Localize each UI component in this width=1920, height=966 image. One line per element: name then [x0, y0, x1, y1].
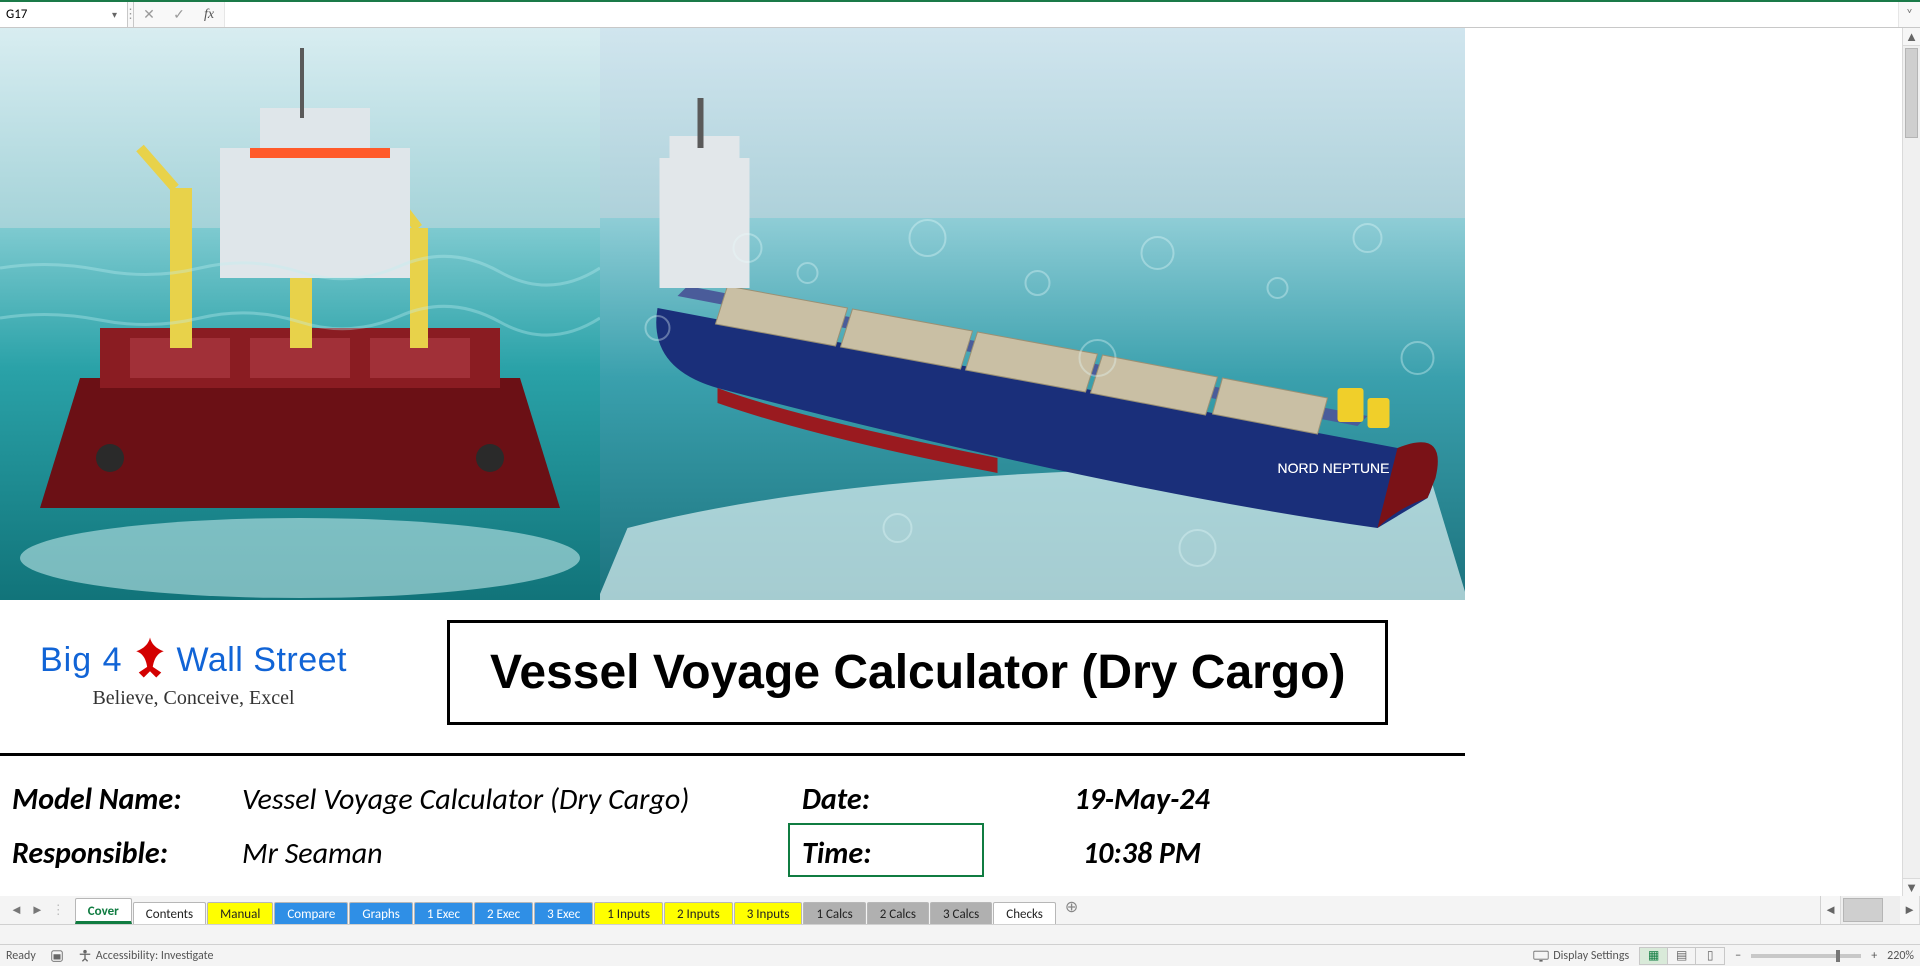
sheet-tab-1-calcs[interactable]: 1 Calcs	[803, 902, 865, 924]
status-ready: Ready	[6, 949, 36, 963]
tab-nav-prev-icon[interactable]: ◄	[8, 902, 25, 918]
hscroll-right-button[interactable]: ►	[1900, 896, 1920, 924]
display-settings-button[interactable]: Display Settings	[1533, 949, 1629, 963]
vertical-scrollbar[interactable]: ▲ ▼	[1902, 28, 1920, 896]
ship-image-left	[0, 28, 600, 600]
sheet-tab-strip: ◄ ► ⋮ CoverContentsManualCompareGraphs1 …	[0, 896, 1920, 924]
tab-nav-sep-icon: ⋮	[50, 903, 67, 918]
sheet-tab-compare[interactable]: Compare	[274, 902, 348, 924]
horizontal-scrollbar[interactable]: ◄ ►	[1820, 896, 1920, 924]
sheet-tabs: CoverContentsManualCompareGraphs1 Exec2 …	[75, 896, 1057, 924]
zoom-level[interactable]: 220%	[1887, 949, 1914, 963]
hero-images: NORD NEPTUNE NORD NEPTUNE	[0, 28, 1465, 600]
zoom-slider[interactable]	[1751, 954, 1861, 958]
hscroll-left-button[interactable]: ◄	[1821, 896, 1841, 924]
label-date: Date:	[802, 781, 1002, 818]
formula-input[interactable]	[224, 2, 1898, 27]
cancel-formula-button[interactable]: ✕	[134, 2, 164, 27]
value-time[interactable]: 10:38 PM	[1002, 835, 1282, 872]
name-box-chevron-icon[interactable]: ▾	[108, 8, 121, 21]
cover-header-row: Big 4 Wall Street Believe, Conceive, Exc…	[0, 600, 1465, 756]
formula-bar: G17 ▾ ⋮ ✕ ✓ fx ˅	[0, 0, 1920, 28]
insert-function-button[interactable]: fx	[194, 2, 224, 27]
hscroll-thumb[interactable]	[1843, 898, 1883, 922]
sheet-tab-contents[interactable]: Contents	[133, 902, 206, 924]
tab-nav-next-icon[interactable]: ►	[29, 902, 46, 918]
macro-recording-icon[interactable]	[50, 949, 64, 963]
enter-formula-button[interactable]: ✓	[164, 2, 194, 27]
sheet-tab-checks[interactable]: Checks	[993, 902, 1056, 924]
name-box[interactable]: G17 ▾	[0, 2, 128, 27]
logo-block: Big 4 Wall Street Believe, Conceive, Exc…	[40, 635, 347, 710]
value-date[interactable]: 19-May-24	[1002, 781, 1282, 818]
sheet-tab-cover[interactable]: Cover	[75, 898, 132, 924]
workbook-title: Vessel Voyage Calculator (Dry Cargo)	[447, 620, 1388, 725]
view-page-layout-icon[interactable]: ▤	[1668, 948, 1696, 964]
name-box-value: G17	[6, 7, 108, 22]
label-model-name: Model Name:	[12, 781, 242, 818]
eagle-icon	[129, 635, 171, 685]
expand-formula-bar-button[interactable]: ˅	[1898, 2, 1920, 27]
sheet-tab-2-calcs[interactable]: 2 Calcs	[867, 902, 929, 924]
logo-text-right: Wall Street	[177, 641, 348, 680]
status-bar: Ready Accessibility: Investigate Display…	[0, 944, 1920, 966]
sheet-tab-2-exec[interactable]: 2 Exec	[474, 902, 533, 924]
scroll-down-button[interactable]: ▼	[1903, 878, 1920, 896]
label-time: Time:	[802, 835, 1002, 872]
value-model-name[interactable]: Vessel Voyage Calculator (Dry Cargo)	[242, 781, 802, 818]
logo-tagline: Believe, Conceive, Excel	[92, 687, 294, 710]
logo-text-left: Big 4	[40, 641, 123, 680]
svg-text:NORD NEPTUNE: NORD NEPTUNE	[1278, 460, 1390, 476]
sheet-tab-3-calcs[interactable]: 3 Calcs	[930, 902, 992, 924]
display-settings-label: Display Settings	[1553, 949, 1629, 963]
tab-nav-controls[interactable]: ◄ ► ⋮	[0, 896, 75, 924]
sheet-viewport[interactable]: NORD NEPTUNE NORD NEPTUNE	[0, 28, 1902, 896]
worksheet-area: NORD NEPTUNE NORD NEPTUNE	[0, 28, 1920, 896]
zoom-in-button[interactable]: +	[1871, 949, 1877, 963]
sheet-tab-manual[interactable]: Manual	[207, 902, 273, 924]
scroll-up-button[interactable]: ▲	[1903, 28, 1920, 46]
value-responsible[interactable]: Mr Seaman	[242, 835, 802, 872]
add-sheet-button[interactable]: ⊕	[1057, 896, 1086, 918]
sheet-tab-graphs[interactable]: Graphs	[349, 902, 412, 924]
sheet-tab-3-inputs[interactable]: 3 Inputs	[734, 902, 803, 924]
sheet-tab-2-inputs[interactable]: 2 Inputs	[664, 902, 733, 924]
cover-meta-grid: Model Name: Vessel Voyage Calculator (Dr…	[0, 756, 1465, 880]
vertical-scroll-thumb[interactable]	[1905, 48, 1918, 138]
label-responsible: Responsible:	[12, 835, 242, 872]
hscroll-row	[0, 924, 1920, 944]
sheet-tab-1-exec[interactable]: 1 Exec	[414, 902, 473, 924]
ship-image-right: NORD NEPTUNE NORD NEPTUNE	[600, 28, 1465, 600]
sheet-tab-1-inputs[interactable]: 1 Inputs	[594, 902, 663, 924]
sheet-tab-3-exec[interactable]: 3 Exec	[534, 902, 593, 924]
cover-sheet-content: Big 4 Wall Street Believe, Conceive, Exc…	[0, 600, 1465, 880]
zoom-out-button[interactable]: −	[1735, 949, 1741, 963]
view-normal-icon[interactable]: ▦	[1640, 948, 1668, 964]
zoom-slider-thumb[interactable]	[1836, 950, 1840, 962]
accessibility-status[interactable]: Accessibility: Investigate	[78, 949, 214, 963]
view-page-break-icon[interactable]: ▯	[1696, 948, 1724, 964]
accessibility-text: Accessibility: Investigate	[96, 949, 214, 963]
view-mode-group[interactable]: ▦ ▤ ▯	[1639, 947, 1725, 965]
